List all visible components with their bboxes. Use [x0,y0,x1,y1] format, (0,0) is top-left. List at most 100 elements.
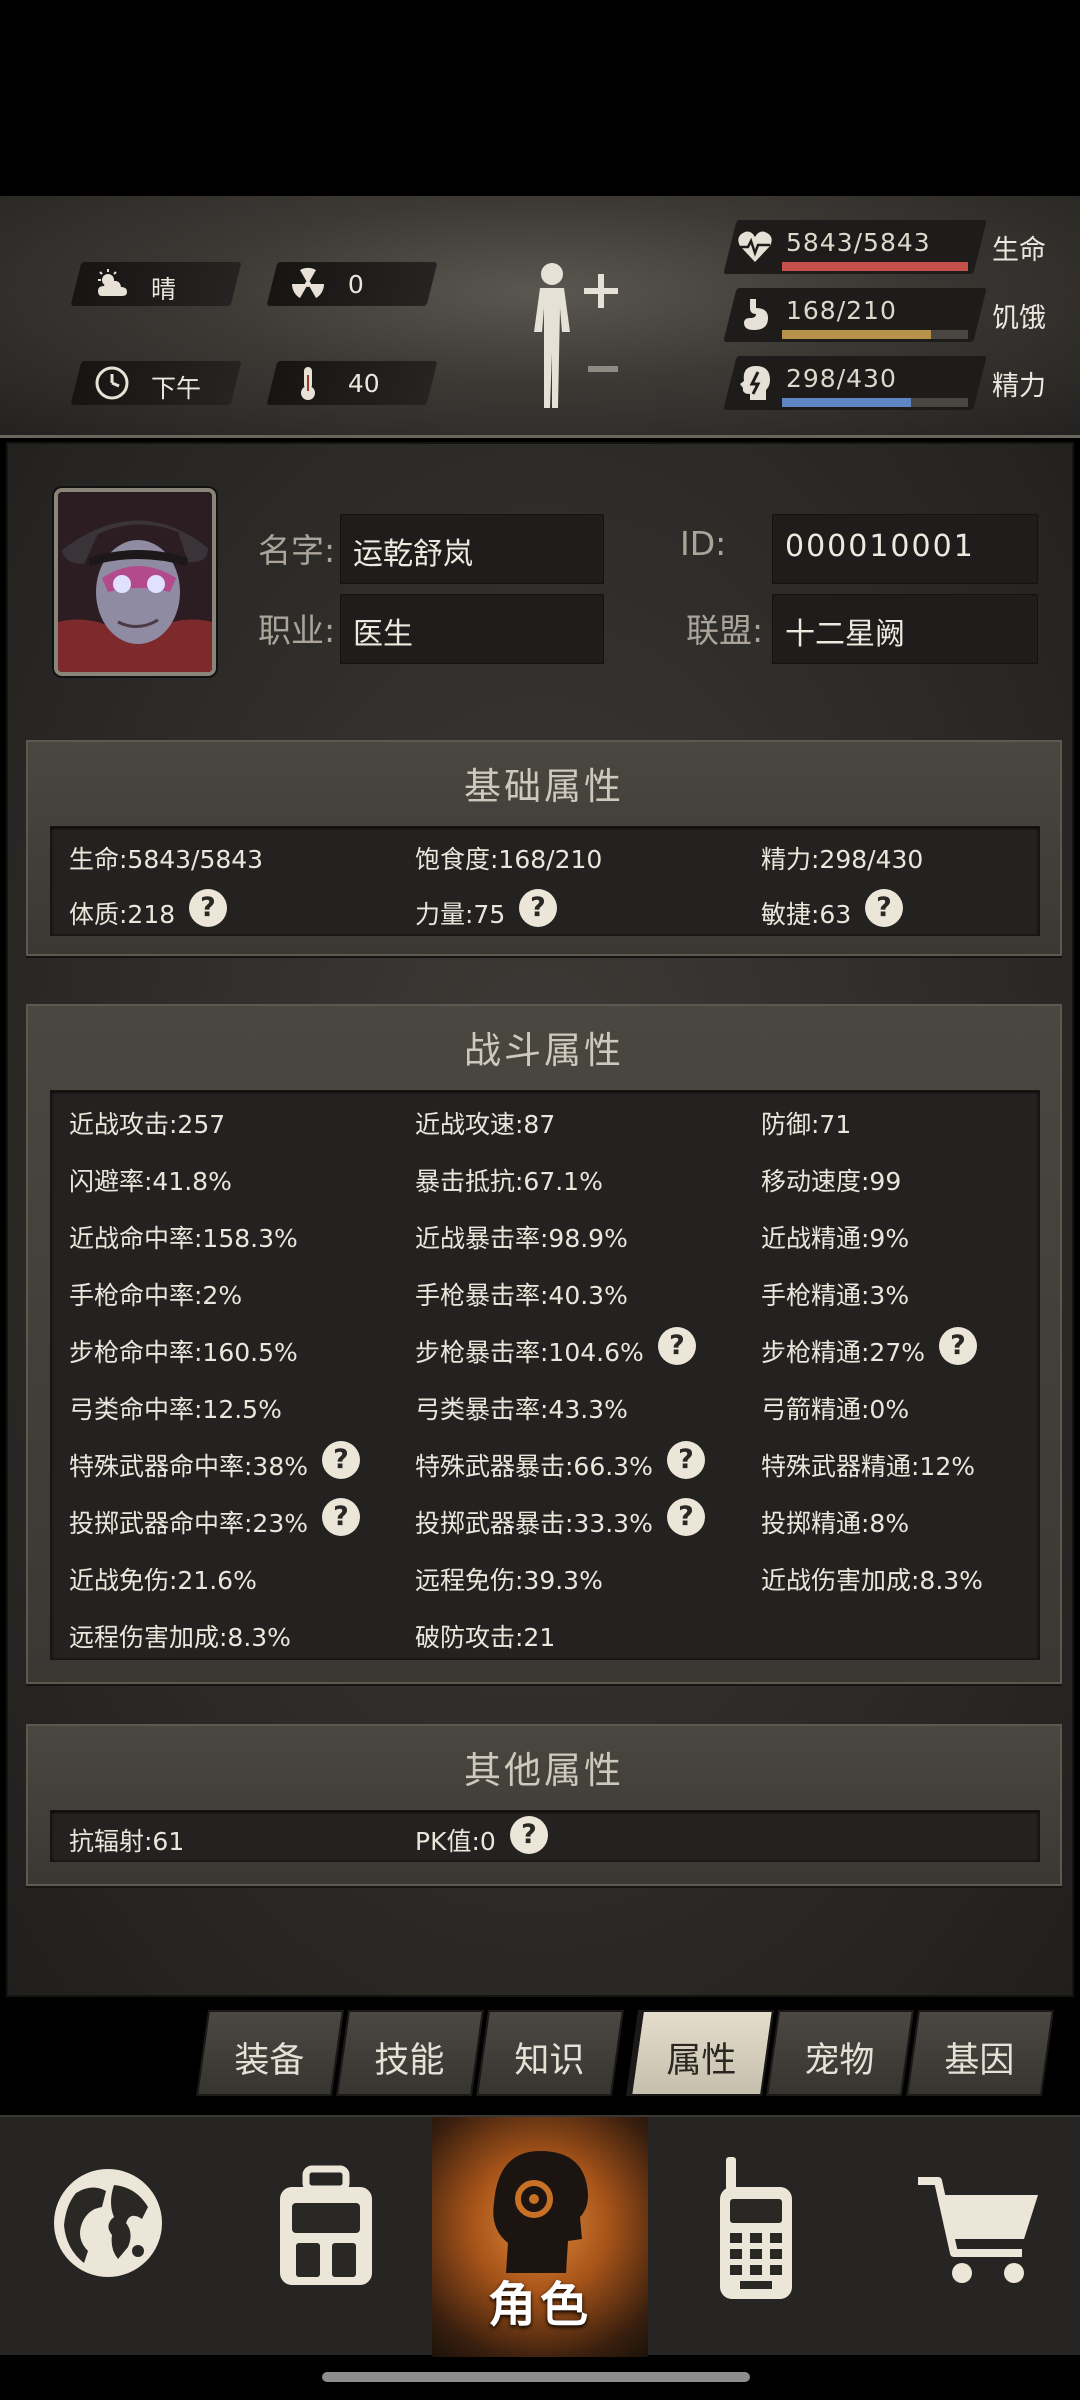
help-icon[interactable]: ? [519,889,557,927]
tab-genes[interactable]: 基因 [905,2010,1055,2096]
stat-value: 近战伤害加成:8.3% [761,1566,983,1595]
hunger-bar: 168/210 饥饿 [720,288,1060,344]
stat-value: 步枪精通:27% [761,1338,925,1367]
help-icon[interactable]: ? [865,889,903,927]
head-gear-icon [493,2151,588,2273]
energy-head-icon [740,366,770,400]
bottom-nav: 角色 [0,2115,1080,2357]
hunger-fill [782,330,931,339]
stat-value: 近战免伤:21.6% [69,1566,257,1595]
thermometer-icon [301,367,315,400]
stat-value: 近战精通:9% [761,1224,910,1253]
weather-text: 晴 [151,275,177,304]
help-icon[interactable]: ? [939,1327,977,1365]
stat-value: 步枪暴击率:104.6% [415,1338,644,1367]
stat-value: 移动速度:99 [761,1167,902,1196]
cloud-sun-icon [98,269,127,296]
radiation-value: 0 [347,270,364,299]
health-label: 生命 [992,235,1046,266]
name-label: 名字: [258,531,336,570]
temperature-value: 40 [347,369,380,398]
stat-value: 破防攻击:21 [415,1623,556,1652]
stat-value: 抗辐射:61 [69,1827,185,1856]
tab-skills[interactable]: 技能 [335,2010,485,2096]
basic-attributes-section: 基础属性 生命:5843/5843 饱食度:168/210 精力:298/430 体质… [26,740,1062,956]
nav-backpack[interactable] [216,2117,432,2357]
tab-equipment[interactable]: 装备 [195,2010,345,2096]
radiation-pill: 0 [266,262,438,306]
home-indicator[interactable] [322,2372,750,2382]
section-title: 基础属性 [464,765,624,808]
clock-icon [95,366,129,400]
stat-value: 力量:75 [415,900,506,929]
tab-pets[interactable]: 宠物 [765,2010,915,2096]
character-tabs: 装备 技能 知识 属性 宠物 基因 [0,2000,1080,2115]
globe-icon [54,2169,162,2277]
nav-shop[interactable] [864,2117,1080,2357]
hunger-value: 168/210 [786,296,897,325]
energy-value: 298/430 [786,364,897,393]
stat-value: 闪避率:41.8% [69,1167,232,1196]
alliance-label: 联盟: [686,611,764,650]
stat-value: 远程伤害加成:8.3% [69,1623,291,1652]
combat-attributes-section: 战斗属性 近战攻击:257 近战攻速:87 防御:71 闪避率:41.8% 暴击抵抗:6… [26,1004,1062,1684]
section-title: 其他属性 [464,1749,624,1792]
stat-value: 弓类暴击率:43.3% [415,1395,628,1424]
help-icon[interactable]: ? [189,889,227,927]
energy-label: 精力 [992,371,1046,402]
stat-value: 特殊武器精通:12% [761,1452,975,1481]
radiation-icon [291,267,325,298]
health-fill [782,262,968,271]
help-icon[interactable]: ? [667,1441,705,1479]
id-field: 000010001 [772,514,1038,584]
stat-value: 步枪命中率:160.5% [69,1338,298,1367]
help-icon[interactable]: ? [322,1498,360,1536]
stomach-icon [744,299,768,330]
other-attributes-section: 其他属性 抗辐射:61 PK值:0? [26,1724,1062,1886]
avatar[interactable] [54,488,216,676]
section-title: 战斗属性 [464,1029,624,1072]
stat-value: 近战命中率:158.3% [69,1224,298,1253]
nav-character[interactable]: 角色 [432,2117,648,2357]
tab-attributes[interactable]: 属性 [625,2010,775,2096]
energy-fill [782,398,911,407]
help-icon[interactable]: ? [667,1498,705,1536]
help-icon[interactable]: ? [510,1816,548,1854]
basic-stats-grid: 生命:5843/5843 饱食度:168/210 精力:298/430 体质:218?… [50,826,1040,936]
other-stats-grid: 抗辐射:61 PK值:0? [50,1810,1040,1862]
tab-knowledge[interactable]: 知识 [475,2010,625,2096]
stat-value: 远程免伤:39.3% [415,1566,603,1595]
weather-pill: 晴 [70,262,242,306]
nav-character-label: 角色 [487,2277,592,2333]
stat-value: 精力:298/430 [761,845,924,874]
shopping-cart-icon [918,2177,1038,2283]
stat-value: 弓类命中率:12.5% [69,1395,282,1424]
id-label: ID: [680,524,727,563]
radio-icon [720,2157,792,2299]
stat-value: 生命:5843/5843 [69,845,264,874]
stat-value: 近战暴击率:98.9% [415,1224,628,1253]
alliance-field: 十二星阙 [772,594,1038,664]
stat-value: 敏捷:63 [761,900,852,929]
stat-value: 体质:218 [69,900,176,929]
body-status-button[interactable] [522,260,622,410]
nav-radio[interactable] [648,2117,864,2357]
backpack-icon [280,2165,372,2285]
stat-value: 暴击抵抗:67.1% [415,1167,603,1196]
job-field: 医生 [340,594,604,664]
character-panel: 名字: 运乾舒岚 ID: 000010001 职业: 医生 联盟: 十二星阙 基… [6,442,1074,1997]
help-icon[interactable]: ? [322,1441,360,1479]
stat-value: 投掷武器暴击:33.3% [415,1509,653,1538]
stat-value: 弓箭精通:0% [761,1395,910,1424]
heart-pulse-icon [738,231,772,262]
help-icon[interactable]: ? [658,1327,696,1365]
stat-value: 手枪命中率:2% [69,1281,243,1310]
health-value: 5843/5843 [786,228,931,257]
stat-value: 近战攻速:87 [415,1110,556,1139]
health-bar: 5843/5843 生命 [720,220,1060,276]
time-pill: 下午 [70,361,242,405]
nav-world-map[interactable] [0,2117,216,2357]
name-field: 运乾舒岚 [340,514,604,584]
avatar-portrait [58,492,212,672]
stat-value: PK值:0 [415,1827,496,1856]
